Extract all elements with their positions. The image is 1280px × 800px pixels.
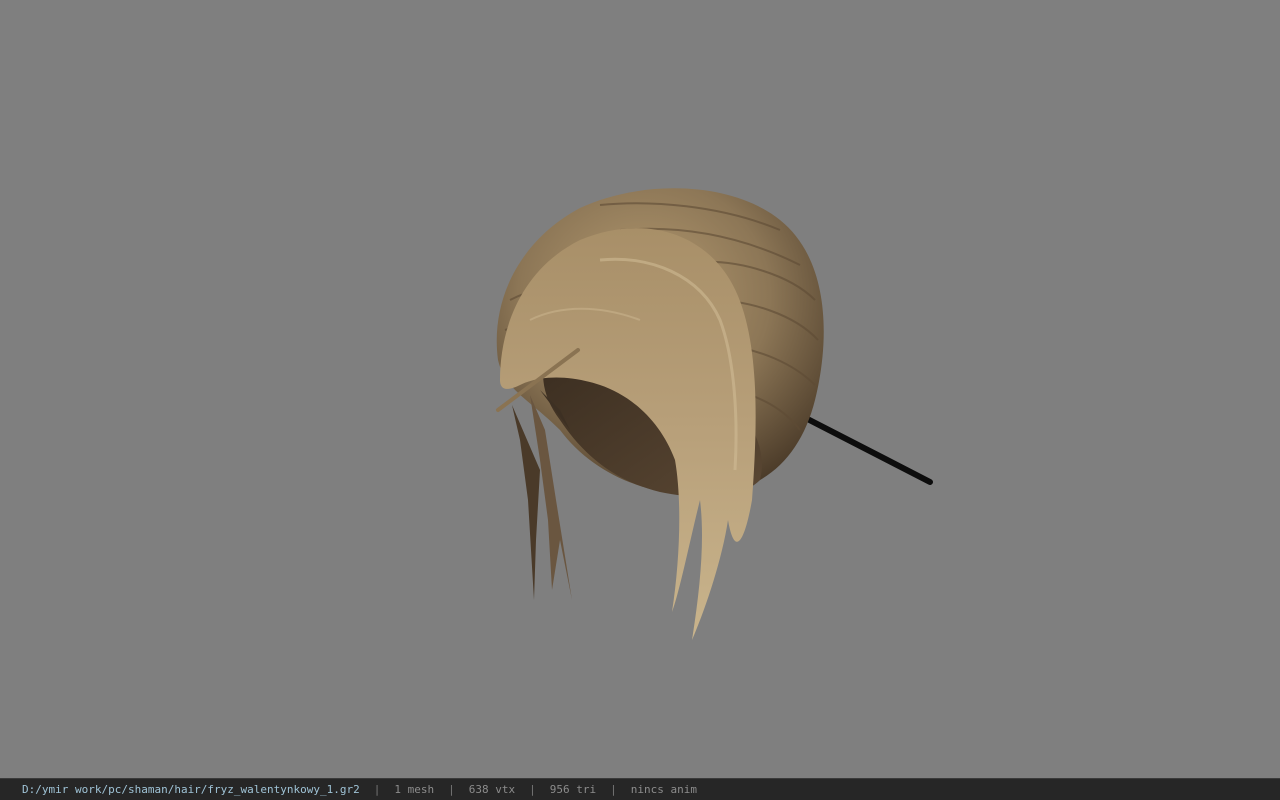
status-bar: D:/ymir work/pc/shaman/hair/fryz_walenty… — [0, 778, 1280, 800]
3d-viewport[interactable] — [0, 0, 1280, 778]
status-separator: | — [373, 783, 381, 796]
hair-pin-stick — [787, 407, 933, 485]
mesh-count-label: 1 mesh — [394, 783, 435, 796]
anim-status-label: nincs anim — [630, 783, 697, 796]
file-path-label: D:/ymir work/pc/shaman/hair/fryz_walenty… — [22, 783, 360, 796]
hair-model-render — [496, 188, 933, 640]
status-separator: | — [448, 783, 455, 796]
triangle-count-label: 956 tri — [549, 783, 597, 796]
status-separator: | — [529, 783, 536, 796]
vertex-count-label: 638 vtx — [468, 783, 516, 796]
hair-strand-left-1 — [512, 405, 540, 600]
status-separator: | — [610, 783, 617, 796]
